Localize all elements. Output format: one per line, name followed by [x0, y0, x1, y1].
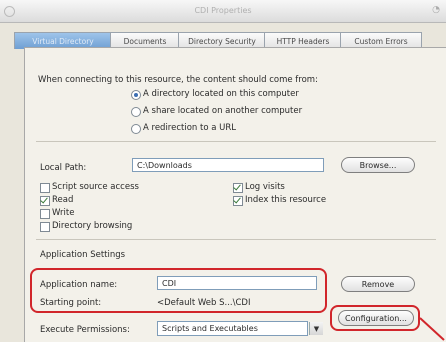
checkbox-log-visits-label: Log visits	[245, 182, 285, 192]
application-settings-heading: Application Settings	[40, 250, 126, 260]
highlight-pointer-arrow	[419, 317, 445, 341]
checkbox-read[interactable]	[40, 196, 50, 206]
application-name-label: Application name:	[40, 280, 118, 290]
checkbox-script-source-access[interactable]	[40, 183, 50, 193]
divider	[36, 239, 436, 240]
checkbox-script-source-access-label: Script source access	[52, 182, 139, 192]
chevron-down-icon[interactable]: ▼	[309, 322, 323, 335]
execute-permissions-select[interactable]: Scripts and Executables	[157, 321, 308, 336]
content-source-prompt: When connecting to this resource, the co…	[38, 75, 318, 85]
starting-point-value: <Default Web S...\CDI	[157, 298, 251, 308]
radio-local-directory[interactable]	[131, 90, 141, 100]
tab-strip: Virtual Directory Documents Directory Se…	[14, 32, 446, 49]
local-path-label: Local Path:	[40, 163, 87, 173]
radio-local-directory-label: A directory located on this computer	[143, 89, 299, 99]
radio-url-redirect-label: A redirection to a URL	[143, 123, 237, 133]
window-title: CDI Properties	[194, 6, 252, 15]
execute-permissions-label: Execute Permissions:	[40, 325, 130, 335]
divider	[36, 141, 436, 142]
checkbox-index-resource-label: Index this resource	[245, 195, 327, 205]
starting-point-label: Starting point:	[40, 298, 102, 308]
checkbox-write[interactable]	[40, 209, 50, 219]
remove-button[interactable]: Remove	[341, 276, 415, 292]
radio-network-share-label: A share located on another computer	[143, 106, 303, 116]
checkbox-directory-browsing-label: Directory browsing	[52, 221, 133, 231]
checkbox-read-label: Read	[52, 195, 74, 205]
window-menu-icon[interactable]: ◔	[432, 5, 440, 15]
browse-button[interactable]: Browse...	[341, 157, 415, 173]
radio-network-share[interactable]	[131, 107, 141, 117]
application-name-input[interactable]: CDI	[157, 276, 317, 290]
checkbox-write-label: Write	[52, 208, 75, 218]
checkbox-index-resource[interactable]	[233, 196, 243, 206]
configuration-button[interactable]: Configuration...	[338, 310, 414, 326]
checkbox-directory-browsing[interactable]	[40, 222, 50, 232]
checkbox-log-visits[interactable]	[233, 183, 243, 193]
radio-url-redirect[interactable]	[131, 124, 141, 134]
local-path-input[interactable]: C:\Downloads	[132, 158, 324, 172]
